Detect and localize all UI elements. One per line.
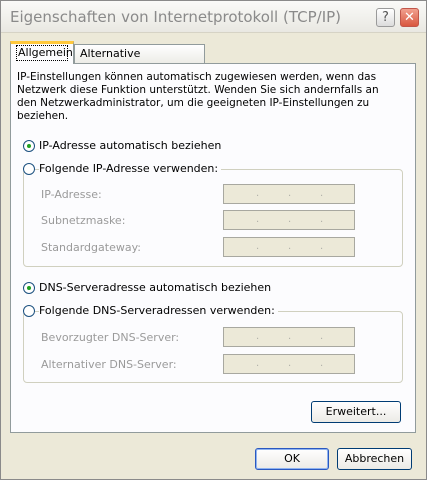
dns-auto-radio[interactable] — [23, 282, 35, 294]
dns-manual-label[interactable]: Folgende DNS-Serveradressen verwenden: — [39, 304, 278, 317]
alternate-dns-label: Alternativer DNS-Server: — [41, 358, 177, 371]
alternate-dns-field: ... — [223, 354, 355, 374]
tab-general[interactable]: Allgemein — [10, 41, 74, 64]
ip-auto-radio[interactable] — [23, 140, 35, 152]
close-icon[interactable]: ✕ — [400, 8, 419, 27]
advanced-button[interactable]: Erweitert... — [311, 401, 401, 423]
dns-auto-label[interactable]: DNS-Serveradresse automatisch beziehen — [39, 281, 271, 294]
intro-text: IP-Einstellungen können automatisch zuge… — [17, 71, 379, 122]
subnet-mask-field: ... — [223, 210, 355, 230]
cancel-button[interactable]: Abbrechen — [337, 448, 412, 470]
ip-address-label: IP-Adresse: — [41, 188, 102, 201]
help-icon[interactable]: ? — [376, 8, 395, 27]
ip-address-field: ... — [223, 184, 355, 204]
ip-manual-label[interactable]: Folgende IP-Adresse verwenden: — [39, 162, 222, 175]
tab-alternative-configuration[interactable]: Alternative Konfiguration — [74, 44, 205, 78]
title-bar: Eigenschaften von Internetprotokoll (TCP… — [1, 1, 426, 33]
ok-button[interactable]: OK — [255, 448, 329, 470]
ip-auto-label[interactable]: IP-Adresse automatisch beziehen — [39, 139, 221, 152]
preferred-dns-field: ... — [223, 327, 355, 347]
dns-manual-radio[interactable] — [23, 305, 35, 317]
window-title: Eigenschaften von Internetprotokoll (TCP… — [10, 8, 342, 26]
default-gateway-label: Standardgateway: — [41, 241, 141, 254]
preferred-dns-label: Bevorzugter DNS-Server: — [41, 331, 180, 344]
default-gateway-field: ... — [223, 237, 355, 257]
dialog-window: Eigenschaften von Internetprotokoll (TCP… — [0, 0, 427, 480]
ip-manual-radio[interactable] — [23, 163, 35, 175]
subnet-mask-label: Subnetzmaske: — [41, 214, 126, 227]
tab-general-label: Allgemein — [16, 45, 73, 61]
